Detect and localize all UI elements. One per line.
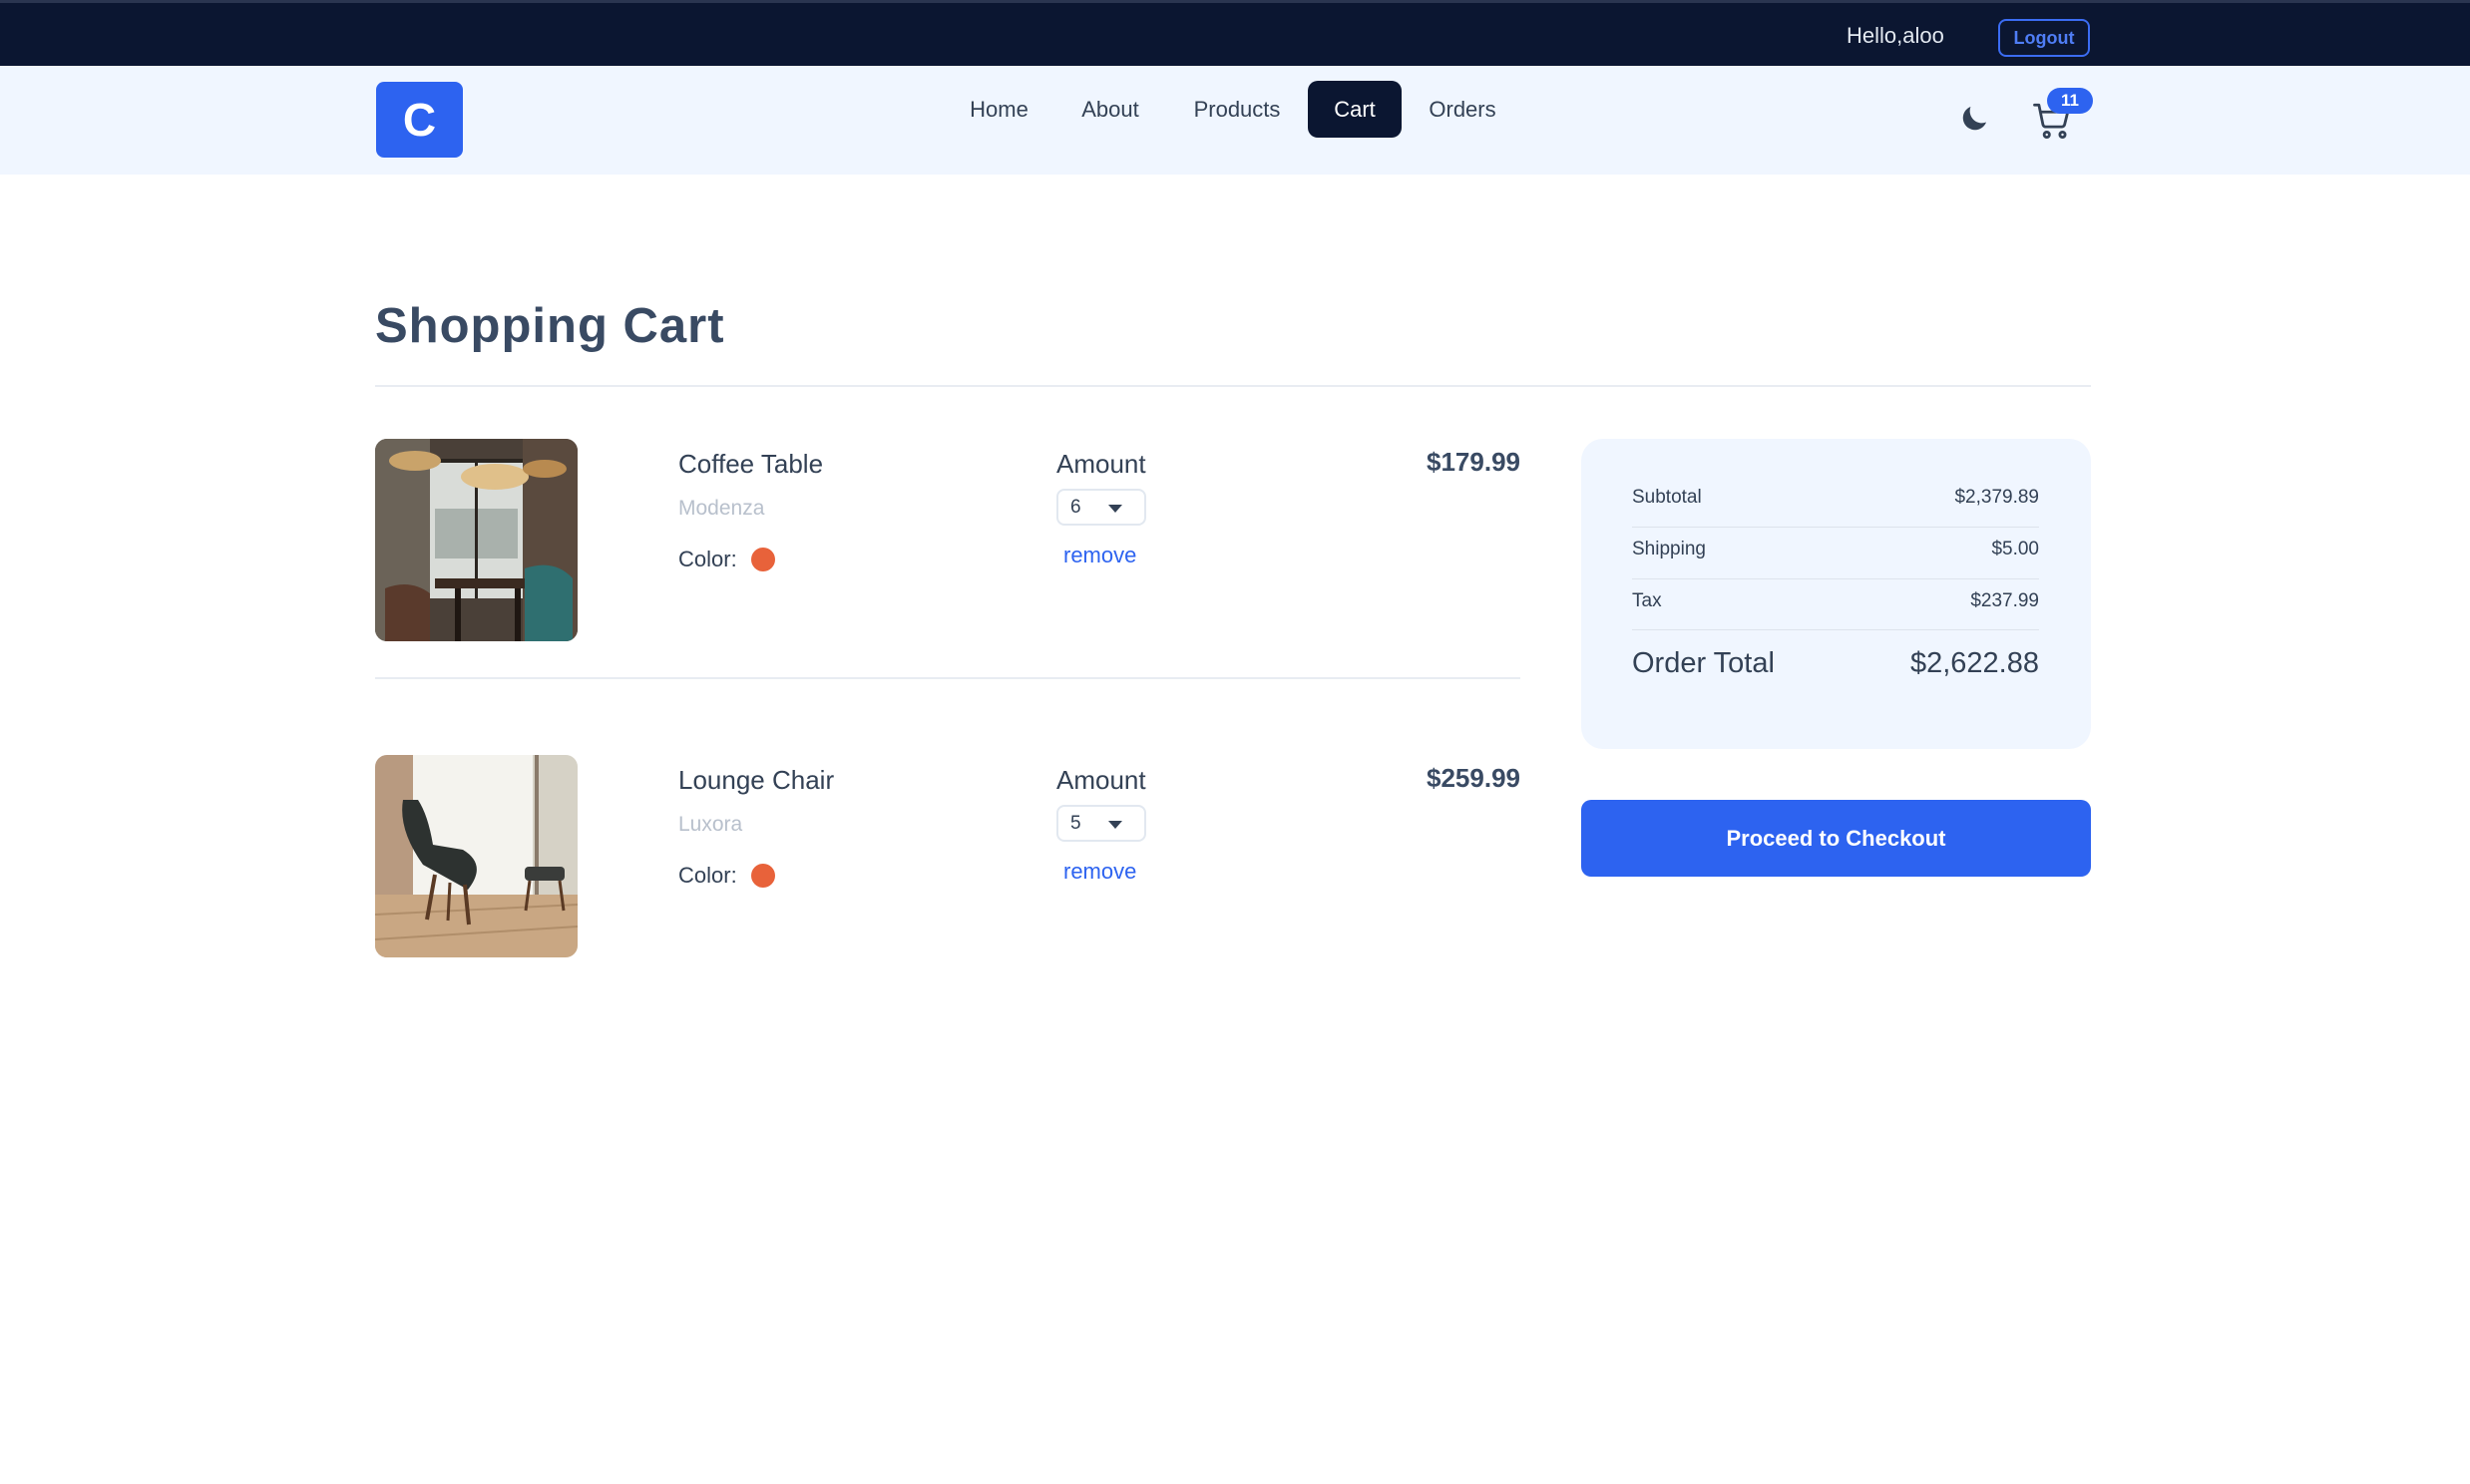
tax-value: $237.99 bbox=[1970, 590, 2039, 611]
logout-button[interactable]: Logout bbox=[1998, 19, 2090, 57]
subtotal-value: $2,379.89 bbox=[1954, 487, 2039, 508]
product-price: $179.99 bbox=[1427, 447, 1520, 477]
moon-icon[interactable] bbox=[1957, 102, 1991, 136]
navbar: C Home About Products Cart Orders 11 bbox=[0, 66, 2470, 175]
order-summary: Subtotal $2,379.89 Shipping $5.00 Tax $2… bbox=[1581, 439, 2091, 749]
amount-select[interactable]: 5 bbox=[1056, 805, 1146, 842]
tax-label: Tax bbox=[1632, 590, 1662, 611]
amount-label: Amount bbox=[1056, 449, 1146, 479]
summary-divider bbox=[1632, 578, 2039, 579]
amount-value: 6 bbox=[1070, 496, 1081, 518]
nav-link-products[interactable]: Products bbox=[1174, 81, 1300, 138]
product-name: Coffee Table bbox=[678, 449, 824, 479]
order-total-label: Order Total bbox=[1632, 647, 1775, 679]
summary-divider bbox=[1632, 629, 2039, 630]
proceed-to-checkout-button[interactable]: Proceed to Checkout bbox=[1581, 800, 2091, 877]
amount-value: 5 bbox=[1070, 812, 1081, 834]
chevron-down-icon bbox=[1108, 505, 1122, 513]
product-name: Lounge Chair bbox=[678, 765, 835, 795]
cart-item: Coffee Table Modenza Color: Amount 6 rem… bbox=[375, 439, 1520, 642]
order-total-row: Order Total $2,622.88 bbox=[1632, 647, 2039, 680]
nav-link-about[interactable]: About bbox=[1066, 81, 1154, 138]
cart-item: Lounge Chair Luxora Color: Amount 5 remo… bbox=[375, 755, 1520, 958]
nav-link-cart[interactable]: Cart bbox=[1308, 81, 1402, 138]
product-color-label: Color: bbox=[678, 547, 737, 571]
nav-link-orders[interactable]: Orders bbox=[1413, 81, 1512, 138]
nav-link-home[interactable]: Home bbox=[951, 81, 1047, 138]
remove-item-link[interactable]: remove bbox=[1063, 543, 1136, 568]
product-color-label: Color: bbox=[678, 863, 737, 888]
order-total-value: $2,622.88 bbox=[1909, 647, 2039, 679]
shipping-row: Shipping $5.00 bbox=[1632, 539, 2039, 560]
amount-select[interactable]: 6 bbox=[1056, 489, 1146, 526]
cart-count-badge: 11 bbox=[2047, 88, 2093, 114]
product-price: $259.99 bbox=[1427, 763, 1520, 793]
user-greeting: Hello,aloo bbox=[1847, 23, 1944, 48]
product-company: Modenza bbox=[678, 497, 765, 520]
top-bar: Hello,aloo Logout bbox=[0, 0, 2470, 66]
site-logo[interactable]: C bbox=[376, 82, 463, 158]
page-title: Shopping Cart bbox=[375, 299, 725, 353]
subtotal-row: Subtotal $2,379.89 bbox=[1632, 487, 2039, 509]
shipping-label: Shipping bbox=[1632, 539, 1706, 559]
tax-row: Tax $237.99 bbox=[1632, 590, 2039, 612]
product-color-swatch bbox=[751, 548, 775, 571]
summary-divider bbox=[1632, 527, 2039, 528]
subtotal-label: Subtotal bbox=[1632, 487, 1702, 508]
cafe-interior-photo bbox=[375, 439, 578, 641]
chevron-down-icon bbox=[1108, 821, 1122, 829]
item-divider bbox=[375, 677, 1520, 679]
product-image bbox=[375, 439, 578, 641]
product-company: Luxora bbox=[678, 813, 743, 836]
amount-label: Amount bbox=[1056, 765, 1146, 795]
product-color-swatch bbox=[751, 864, 775, 888]
title-divider bbox=[375, 385, 2091, 387]
product-image bbox=[375, 755, 578, 957]
remove-item-link[interactable]: remove bbox=[1063, 859, 1136, 885]
shipping-value: $5.00 bbox=[1991, 539, 2039, 559]
lounge-chair-photo bbox=[375, 755, 578, 957]
